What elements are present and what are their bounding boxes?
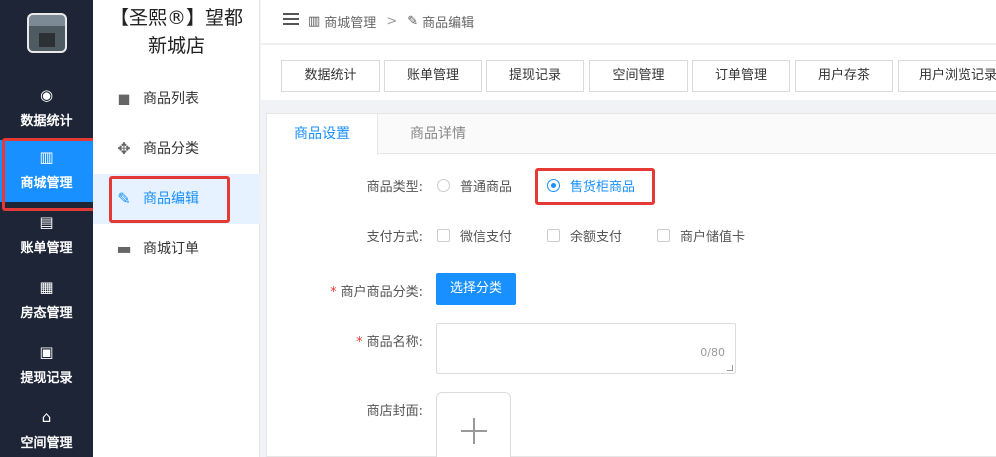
tab-strip: 商品设置 商品详情 <box>267 114 996 155</box>
checkbox-stored-value-card[interactable]: 商户储值卡 <box>657 226 745 245</box>
radio-circle <box>437 179 450 192</box>
sub-item-label: 商品分类 <box>143 141 199 157</box>
tag-user-tea[interactable]: 用户存茶 <box>795 60 893 92</box>
tab-product-settings[interactable]: 商品设置 <box>267 114 378 155</box>
checkbox-label: 余额支付 <box>570 230 623 245</box>
resize-handle-icon[interactable] <box>727 365 733 371</box>
sub-item-product-list[interactable]: ◼ 商品列表 <box>93 74 260 124</box>
char-counter: 0/80 <box>700 346 725 359</box>
checkbox-box <box>437 229 450 242</box>
sub-item-label: 商品编辑 <box>143 191 199 207</box>
sub-item-label: 商城订单 <box>143 241 199 257</box>
sub-item-mall-orders[interactable]: ▬ 商城订单 <box>93 224 260 274</box>
rail-item-withdrawals[interactable]: ▣ 提现记录 <box>0 335 93 397</box>
checkbox-box <box>657 229 670 242</box>
checkbox-label: 商户储值卡 <box>680 230 746 245</box>
breadcrumb-level2: 商品编辑 <box>422 16 475 31</box>
sub-item-product-category[interactable]: ✥ 商品分类 <box>93 124 260 174</box>
radio-label: 售货柜商品 <box>570 180 636 195</box>
checkbox-box <box>547 229 560 242</box>
move-icon: ✥ <box>117 139 131 158</box>
breadcrumb-separator: > <box>386 14 398 29</box>
radio-normal-product[interactable]: 普通商品 <box>437 176 512 195</box>
payment-method-label: 支付方式: <box>366 230 423 245</box>
required-mark: * <box>330 285 337 300</box>
product-name-label: * 商品名称: <box>263 331 423 350</box>
checkbox-label: 微信支付 <box>460 230 513 245</box>
sub-menu: 【圣熙®】望都 新城店 ◼ 商品列表 ✥ 商品分类 ✎ 商品编辑 ▬ 商城订单 <box>93 0 260 457</box>
building-icon: ▦ <box>39 278 54 296</box>
rail-item-spaces[interactable]: ⌂ 空间管理 <box>0 400 93 457</box>
tag-spaces[interactable]: 空间管理 <box>589 60 688 92</box>
select-category-button[interactable]: 选择分类 <box>436 273 516 305</box>
store-icon: ▥ <box>39 148 54 166</box>
sub-item-label: 商品列表 <box>143 91 199 107</box>
tag-bar: 数据统计 账单管理 提现记录 空间管理 订单管理 用户存茶 用户浏览记录 <box>261 45 996 100</box>
checkbox-wechat-pay[interactable]: 微信支付 <box>437 226 512 245</box>
tab-product-details[interactable]: 商品详情 <box>378 114 498 154</box>
label-text: 商品名称: <box>366 335 423 350</box>
store-logo <box>27 13 67 53</box>
tag-bills[interactable]: 账单管理 <box>384 60 482 92</box>
checkbox-balance-pay[interactable]: 余额支付 <box>547 226 622 245</box>
rail-item-room-status[interactable]: ▦ 房态管理 <box>0 270 93 332</box>
rail-item-mall[interactable]: ▥ 商城管理 <box>0 140 93 202</box>
radio-circle <box>547 179 560 192</box>
home-icon: ⌂ <box>41 408 52 426</box>
cash-icon: ▣ <box>39 343 54 361</box>
app-root: ◉ 数据统计 ▥ 商城管理 ▤ 账单管理 ▦ 房态管理 ▣ 提现记录 ⌂ 空间管… <box>0 0 996 457</box>
tag-user-browsing[interactable]: 用户浏览记录 <box>898 60 996 92</box>
store-icon: ▥ <box>308 14 321 29</box>
collapse-menu-icon[interactable] <box>283 13 299 29</box>
merchant-category-label: * 商户商品分类: <box>263 281 423 300</box>
edit-icon: ✎ <box>407 14 419 29</box>
plus-icon-vertical <box>473 418 475 444</box>
tag-withdrawals[interactable]: 提现记录 <box>486 60 584 92</box>
rail-item-bills[interactable]: ▤ 账单管理 <box>0 205 93 267</box>
shop-name-line1: 【圣熙®】望都 <box>109 7 243 29</box>
breadcrumb-level1[interactable]: 商城管理 <box>324 12 376 31</box>
shop-icon: ▬ <box>116 239 132 258</box>
label-text: 商户商品分类: <box>340 285 423 300</box>
edit-icon: ✎ <box>117 189 131 208</box>
top-header: ▥ 商城管理 > ✎ 商品编辑 <box>261 0 996 44</box>
product-type-label: 商品类型: <box>366 180 423 195</box>
breadcrumb: ▥ 商城管理 > ✎ 商品编辑 <box>308 12 474 31</box>
tag-statistics[interactable]: 数据统计 <box>281 60 380 92</box>
radio-label: 普通商品 <box>460 180 513 195</box>
bag-icon: ◼ <box>117 89 131 108</box>
shop-name-line2: 新城店 <box>147 35 205 57</box>
tag-orders[interactable]: 订单管理 <box>692 60 790 92</box>
bill-icon: ▤ <box>39 213 54 231</box>
product-name-textarea[interactable]: 0/80 <box>436 323 736 374</box>
main-nav-rail: ◉ 数据统计 ▥ 商城管理 ▤ 账单管理 ▦ 房态管理 ▣ 提现记录 ⌂ 空间管… <box>0 0 93 457</box>
dashboard-icon: ◉ <box>39 86 54 104</box>
radio-vending-product[interactable]: 售货柜商品 <box>547 176 635 195</box>
cover-upload-button[interactable] <box>436 392 511 457</box>
required-mark: * <box>356 335 363 350</box>
rail-item-statistics[interactable]: ◉ 数据统计 <box>0 78 93 140</box>
shop-name: 【圣熙®】望都 新城店 <box>93 4 260 60</box>
sub-item-product-edit[interactable]: ✎ 商品编辑 <box>93 174 260 224</box>
store-cover-label: 商店封面: <box>366 404 423 419</box>
